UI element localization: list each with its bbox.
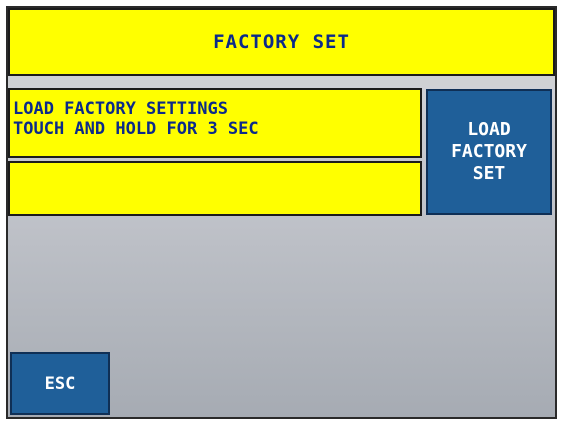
load-factory-set-label-3: SET <box>472 163 506 184</box>
info-line-2: TOUCH AND HOLD FOR 3 SEC <box>13 119 259 139</box>
status-field <box>8 161 422 216</box>
divider <box>8 76 555 86</box>
page-title: FACTORY SET <box>8 8 555 76</box>
load-factory-set-label-2: FACTORY <box>451 141 527 162</box>
load-factory-set-button[interactable]: LOAD FACTORY SET <box>426 89 552 215</box>
hmi-screen: FACTORY SET LOAD FACTORY SETTINGS TOUCH … <box>6 6 557 419</box>
info-panel: LOAD FACTORY SETTINGS TOUCH AND HOLD FOR… <box>8 88 422 158</box>
info-line-1: LOAD FACTORY SETTINGS <box>13 99 228 119</box>
esc-button[interactable]: ESC <box>10 352 110 415</box>
load-factory-set-label-1: LOAD <box>467 119 511 140</box>
